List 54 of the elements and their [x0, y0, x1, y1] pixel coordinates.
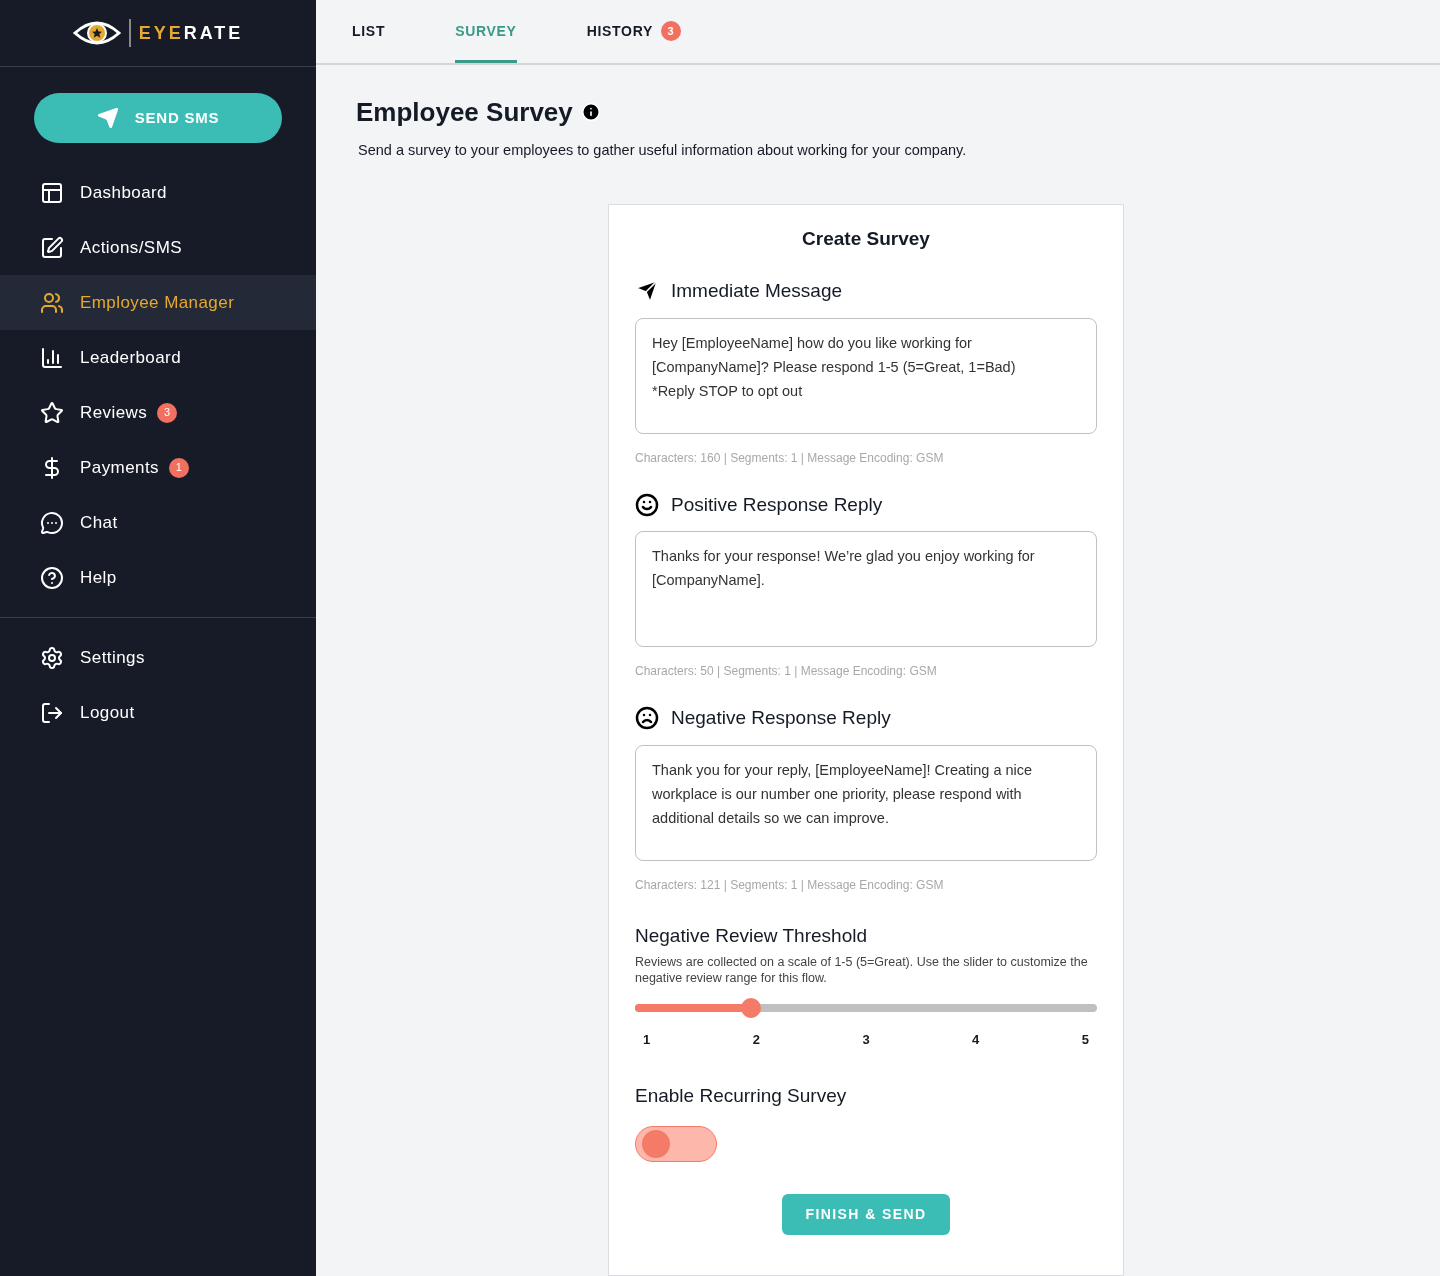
sidebar-item[interactable]: Reviews 3 [0, 385, 316, 440]
message-stats: Characters: 121 | Segments: 1 | Message Encoding: GSM [635, 876, 945, 894]
threshold-description: Reviews are collected on a scale of 1-5 (5=Great). Use the slider to customize the negative review range for this flow. [635, 954, 1089, 986]
frown-icon [635, 706, 659, 731]
toggle-knob [642, 1130, 670, 1158]
threshold-slider[interactable] [635, 998, 1097, 1018]
message-stats: Characters: 160 | Segments: 1 | Message Encoding: GSM [635, 449, 945, 467]
message-stats: Characters: 50 | Segments: 1 | Message Encoding: GSM [635, 663, 938, 680]
count-badge: 3 [661, 21, 682, 42]
tick-label: 3 [862, 1031, 870, 1049]
smile-icon [635, 492, 659, 517]
chat-bubble-icon [40, 510, 64, 535]
logout-icon [40, 700, 64, 725]
message-field[interactable]: Thanks for your response! We’re glad you enjoy working for [CompanyName]. [635, 531, 1097, 647]
tab[interactable]: LIST [352, 12, 386, 63]
slider-thumb[interactable] [740, 998, 761, 1018]
sidebar-item[interactable]: Actions/SMS [0, 220, 316, 275]
section-heading: Negative Response Reply [671, 706, 891, 730]
sidebar-item[interactable]: Leaderboard [0, 330, 316, 385]
section-heading: Negative Review Threshold [635, 923, 868, 948]
tick-label: 1 [643, 1031, 651, 1049]
help-icon [40, 565, 64, 590]
count-badge: 1 [169, 457, 189, 478]
settings-icon [40, 645, 64, 670]
bar-chart-icon [40, 345, 64, 370]
star-icon [40, 400, 64, 425]
section-heading: Enable Recurring Survey [635, 1083, 848, 1108]
sidebar-item[interactable]: Chat [0, 495, 316, 550]
info-icon [580, 102, 601, 123]
tab[interactable]: HISTORY 3 [586, 12, 682, 63]
sidebar-item[interactable]: Logout [0, 685, 316, 740]
logo-wordmark: EYE RATE [138, 21, 244, 45]
page-subtitle: Send a survey to your employees to gather useful information about working for your company. [358, 140, 968, 160]
page-title: Employee Survey [356, 95, 573, 129]
pencil-square-icon [40, 235, 64, 260]
card-title: Create Survey [801, 226, 931, 251]
recurring-toggle[interactable] [635, 1126, 717, 1162]
eye-logo-icon [72, 19, 121, 47]
tick-label: 5 [1081, 1031, 1089, 1049]
count-badge: 3 [157, 402, 178, 423]
tick-label: 4 [972, 1031, 980, 1049]
sidebar-item[interactable]: Dashboard [0, 165, 316, 220]
panel-icon [40, 180, 64, 205]
message-field[interactable]: Thank you for your reply, [EmployeeName]! Creating a nice workplace is our number one priority, please respond with additional details so we can improve. [635, 744, 1097, 861]
paper-plane-icon [96, 107, 119, 129]
people-icon [40, 290, 64, 315]
tick-label: 2 [752, 1031, 760, 1049]
sidebar-item[interactable]: Settings [0, 630, 316, 685]
sidebar-item[interactable]: Payments 1 [0, 440, 316, 495]
sidebar-item[interactable]: Employee Manager [0, 275, 316, 330]
sidebar-item[interactable]: Help [0, 550, 316, 605]
section-heading: Positive Response Reply [671, 492, 883, 517]
section-heading: Immediate Message [671, 279, 843, 303]
message-field[interactable]: Hey [EmployeeName] how do you like working for [CompanyName]? Please respond 1-5 (5=Great, 1=Bad) *Reply STOP to opt out [635, 317, 1097, 434]
